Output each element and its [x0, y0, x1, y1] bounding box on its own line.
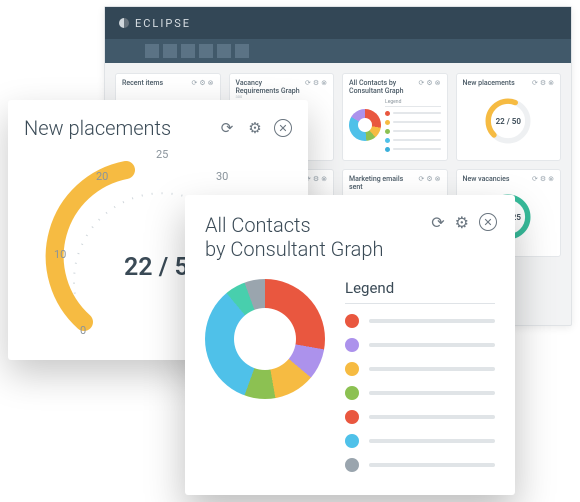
legend-title: Legend [345, 279, 495, 304]
gauge-value: 22 / 50 [481, 94, 535, 148]
widget-title: Marketing emails sent [349, 175, 414, 191]
mini-legend: Legend [385, 99, 441, 152]
tick-20: 20 [96, 170, 108, 183]
close-icon[interactable]: ⊗ [321, 79, 327, 87]
settings-icon[interactable]: ⚙ [313, 175, 319, 183]
app-name: ECLIPSE [135, 17, 191, 30]
tick-30: 30 [216, 170, 228, 183]
close-icon[interactable]: ✕ [274, 119, 292, 137]
widget-title: Recent items [122, 79, 163, 87]
refresh-icon[interactable]: ⟳ [532, 79, 538, 87]
refresh-icon[interactable]: ⟳ [418, 79, 424, 87]
ribbon-item[interactable] [199, 44, 213, 58]
legend: Legend [345, 279, 495, 482]
widget-title: New vacancies [463, 175, 510, 183]
legend-dot-icon [345, 458, 359, 472]
legend-item [345, 434, 495, 448]
refresh-icon[interactable]: ⟳ [431, 213, 444, 232]
close-icon[interactable]: ⊗ [548, 175, 554, 183]
ribbon-item[interactable] [163, 44, 177, 58]
legend-title: Legend [385, 99, 441, 107]
card-title: New placements [24, 116, 171, 140]
settings-icon[interactable]: ⚙ [426, 175, 432, 183]
donut-chart [349, 109, 381, 141]
app-logo: ECLIPSE [119, 17, 191, 30]
card-all-contacts[interactable]: All Contactsby Consultant Graph ⟳ ⚙ ✕ Le… [185, 195, 515, 495]
legend-dot-icon [345, 338, 359, 352]
close-icon[interactable]: ✕ [479, 213, 497, 231]
ribbon-item[interactable] [181, 44, 195, 58]
close-icon[interactable]: ⊗ [548, 79, 554, 87]
legend-dot-icon [345, 434, 359, 448]
close-icon[interactable]: ⊗ [435, 175, 441, 183]
refresh-icon[interactable]: ⟳ [305, 79, 311, 87]
legend-dot-icon [345, 386, 359, 400]
legend-item [345, 386, 495, 400]
legend-item [345, 458, 495, 472]
tick-25: 25 [156, 148, 168, 161]
donut-chart-large [205, 279, 325, 399]
title-bar: ECLIPSE [105, 7, 571, 39]
ribbon-item[interactable] [145, 44, 159, 58]
tick-0: 0 [80, 324, 86, 337]
gear-icon[interactable]: ⚙ [455, 213, 469, 232]
widget-title: New placements [463, 79, 515, 87]
ribbon-item[interactable] [235, 44, 249, 58]
refresh-icon[interactable]: ⟳ [218, 119, 236, 137]
settings-icon[interactable]: ⚙ [426, 79, 432, 87]
legend-dot-icon [345, 314, 359, 328]
refresh-icon[interactable]: ⟳ [532, 175, 538, 183]
close-icon[interactable]: ⊗ [321, 175, 327, 183]
refresh-icon[interactable]: ⟳ [191, 79, 197, 87]
settings-icon[interactable]: ⚙ [199, 79, 205, 87]
legend-item [345, 314, 495, 328]
eclipse-icon [119, 18, 129, 28]
widget-all-contacts[interactable]: All Contacts by Consultant Graph ⟳ ⚙ ⊗ L… [342, 73, 448, 161]
legend-dot-icon [345, 362, 359, 376]
close-icon[interactable]: ⊗ [208, 79, 214, 87]
legend-item [345, 362, 495, 376]
close-icon[interactable]: ⊗ [435, 79, 441, 87]
gear-icon[interactable]: ⚙ [246, 119, 264, 137]
gauge-chart: 22 / 50 [481, 94, 535, 148]
widget-title: Vacancy Requirements Graph [236, 79, 301, 95]
ribbon-item[interactable] [217, 44, 231, 58]
legend-dot-icon [345, 410, 359, 424]
legend-item [345, 338, 495, 352]
widget-new-placements[interactable]: New placements ⟳ ⚙ ⊗ 22 / 50 [456, 73, 562, 161]
ribbon-bar [105, 39, 571, 63]
settings-icon[interactable]: ⚙ [313, 79, 319, 87]
tick-10: 10 [54, 248, 66, 261]
settings-icon[interactable]: ⚙ [540, 79, 546, 87]
widget-title: All Contacts by Consultant Graph [349, 79, 414, 95]
settings-icon[interactable]: ⚙ [540, 175, 546, 183]
refresh-icon[interactable]: ⟳ [418, 175, 424, 183]
legend-item [345, 410, 495, 424]
